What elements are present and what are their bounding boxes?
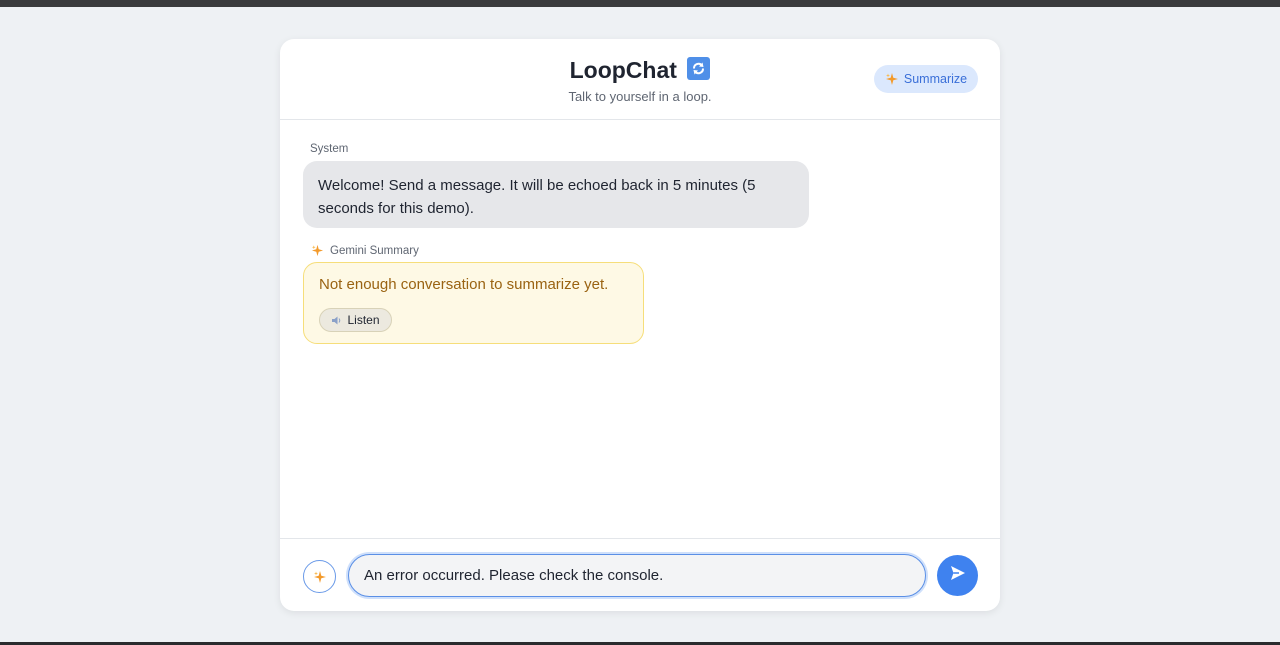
- summarize-label: Summarize: [903, 72, 968, 86]
- app-title: LoopChat: [569, 57, 677, 83]
- gemini-summary-label: Gemini Summary: [311, 244, 419, 258]
- repeat-icon: [687, 57, 711, 80]
- browser-top-bar: [0, 0, 1280, 7]
- message-list: System Welcome! Send a message. It will …: [280, 120, 1000, 538]
- send-icon: [949, 564, 967, 587]
- message-input[interactable]: [348, 554, 926, 597]
- summarize-button[interactable]: Summarize: [874, 65, 978, 93]
- sparkle-icon: [313, 570, 327, 584]
- chat-header: LoopChat Talk to yourself in a loop. Sum…: [280, 39, 1000, 120]
- send-button[interactable]: [937, 555, 978, 596]
- sparkle-icon: [885, 72, 899, 86]
- message-sender: System: [310, 143, 349, 155]
- speaker-icon: [331, 315, 342, 326]
- ai-suggest-button[interactable]: [303, 560, 336, 593]
- listen-button[interactable]: Listen: [319, 308, 392, 332]
- listen-label: Listen: [347, 313, 380, 327]
- gemini-summary-label-text: Gemini Summary: [330, 245, 419, 257]
- summary-bubble: Not enough conversation to summarize yet…: [303, 262, 644, 344]
- summary-text: Not enough conversation to summarize yet…: [319, 276, 609, 293]
- chat-card: LoopChat Talk to yourself in a loop. Sum…: [280, 39, 1000, 611]
- composer-bar: [280, 538, 1000, 611]
- sparkle-icon: [311, 244, 325, 258]
- system-message-bubble: Welcome! Send a message. It will be echo…: [303, 161, 809, 228]
